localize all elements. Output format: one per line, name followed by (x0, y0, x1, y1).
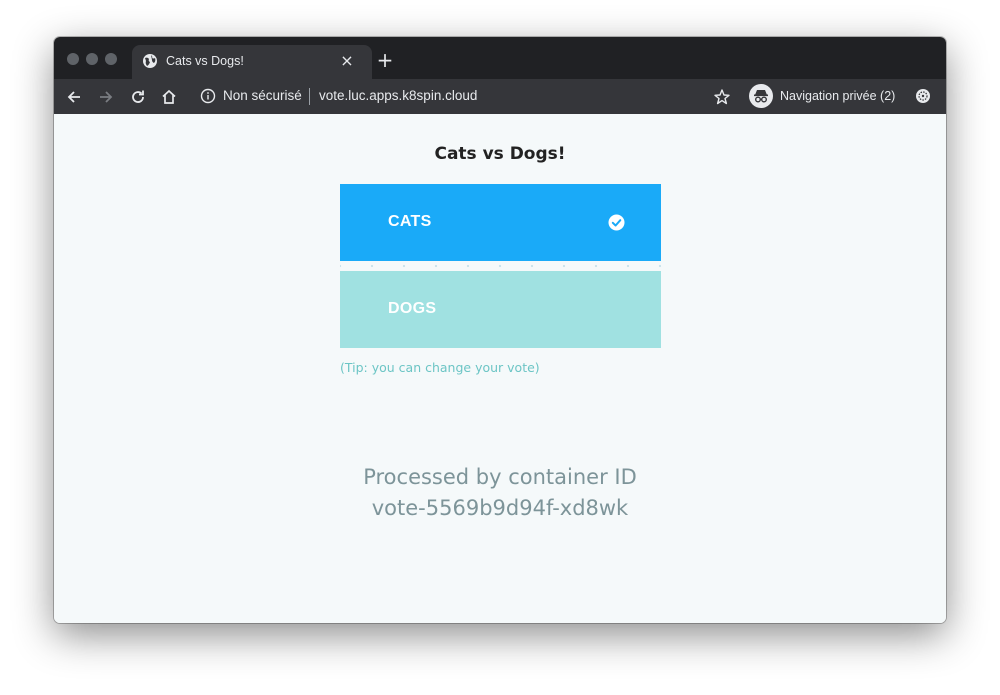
url-divider (309, 88, 310, 105)
page-content: Cats vs Dogs! CATS DOGS (Tip: you can ch… (54, 114, 946, 623)
star-icon[interactable] (712, 87, 732, 107)
reload-icon[interactable] (128, 87, 148, 107)
plus-icon[interactable]: + (374, 49, 396, 71)
zoom-window-button[interactable] (105, 53, 117, 65)
incognito-icon[interactable] (749, 84, 773, 108)
globe-icon (142, 53, 158, 69)
toolbar: Non sécurisé vote.luc.apps.k8spin.cloud … (54, 79, 946, 114)
incognito-label[interactable]: Navigation privée (2) (780, 89, 895, 103)
titlebar: Cats vs Dogs! × + (54, 37, 946, 79)
vote-cats-label: CATS (388, 213, 432, 230)
tab-title: Cats vs Dogs! (166, 54, 244, 68)
home-icon[interactable] (159, 87, 179, 107)
vote-cats-button[interactable]: CATS (340, 184, 661, 261)
forward-icon[interactable] (96, 87, 116, 107)
vote-dogs-label: DOGS (388, 300, 437, 317)
info-icon[interactable] (200, 88, 216, 104)
divider-dots (340, 264, 661, 268)
extension-icon[interactable] (915, 88, 931, 104)
browser-tab[interactable]: Cats vs Dogs! × (132, 45, 372, 79)
container-id: vote-5569b9d94f-xd8wk (371, 496, 629, 520)
processed-label: Processed by container ID (363, 465, 637, 489)
minimize-window-button[interactable] (86, 53, 98, 65)
vote-dogs-button[interactable]: DOGS (340, 271, 661, 348)
page-title: Cats vs Dogs! (434, 144, 566, 164)
tip-text: (Tip: you can change your vote) (340, 360, 540, 375)
close-window-button[interactable] (67, 53, 79, 65)
check-circle-icon (608, 214, 625, 231)
browser-window: Cats vs Dogs! × + Non sécurisé vote.luc.… (54, 37, 946, 623)
back-icon[interactable] (64, 87, 84, 107)
address-bar[interactable]: vote.luc.apps.k8spin.cloud (319, 88, 477, 103)
security-label[interactable]: Non sécurisé (223, 88, 302, 103)
close-icon[interactable]: × (338, 52, 356, 70)
